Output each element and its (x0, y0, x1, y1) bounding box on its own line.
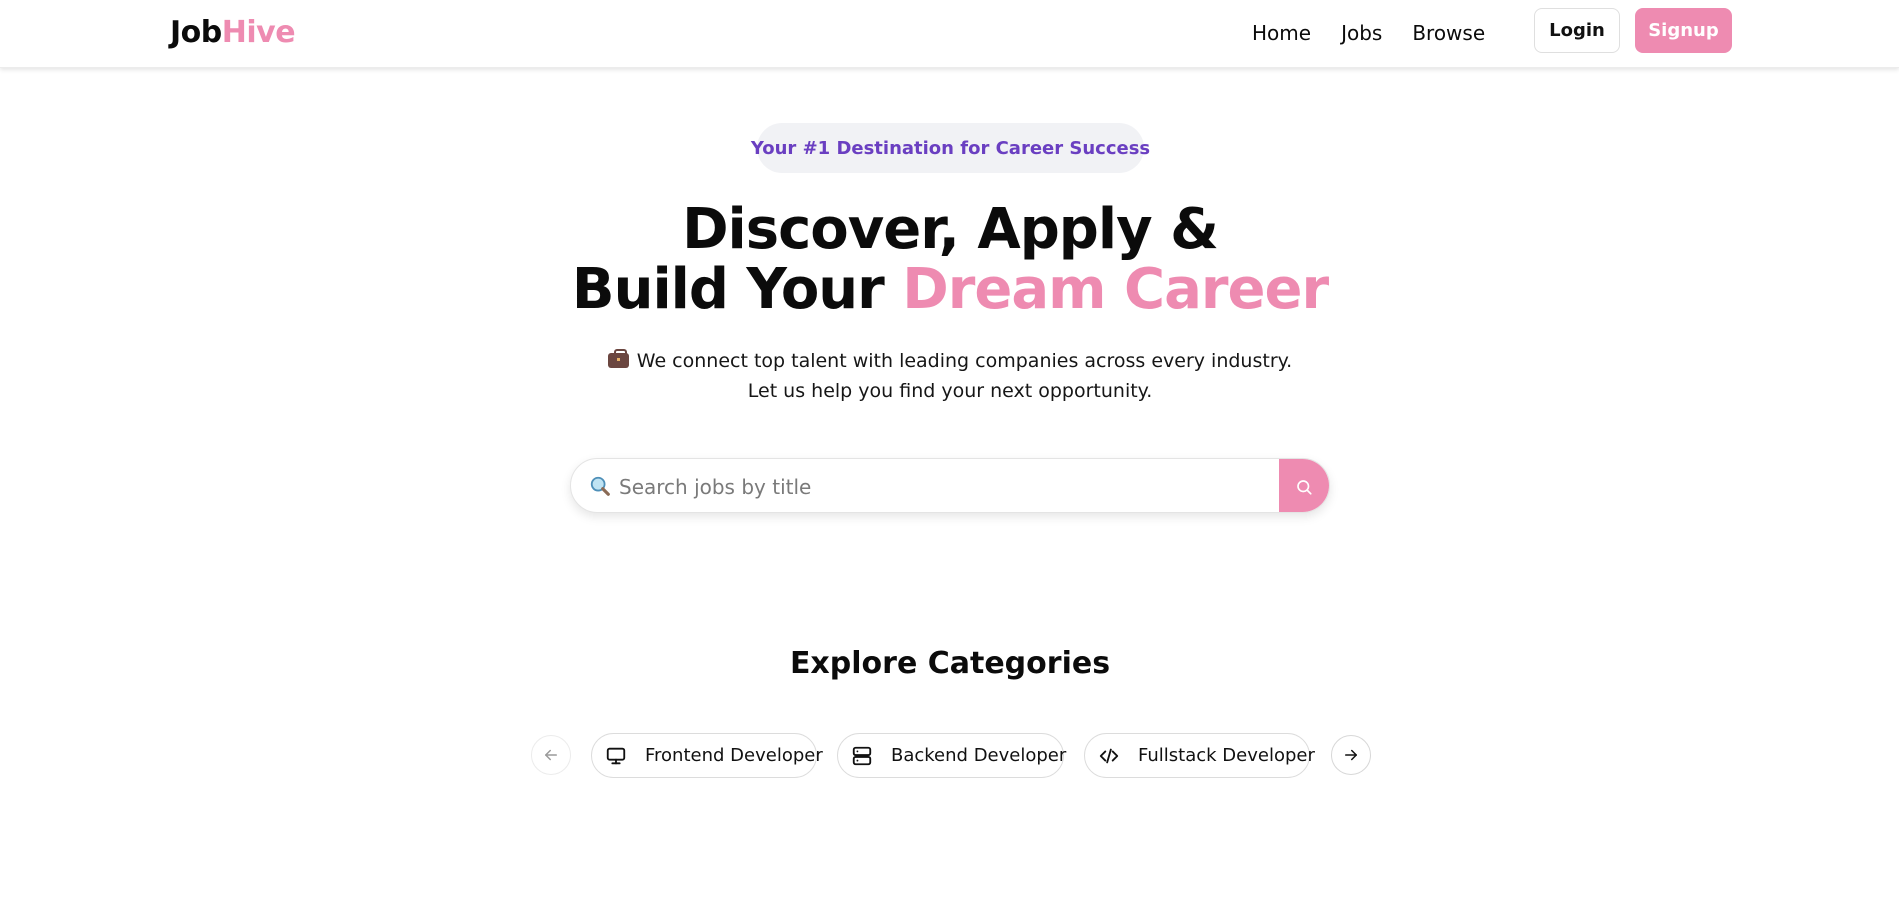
hero-subtitle: We connect top talent with leading compa… (550, 346, 1350, 406)
hero-badge: Your #1 Destination for Career Success (751, 123, 1150, 173)
hero-title-line1: Discover, Apply & (682, 197, 1219, 262)
logo[interactable]: JobHive (170, 14, 296, 52)
main-nav: Home Jobs Browse (1252, 20, 1485, 46)
logo-text-job: Job (170, 15, 222, 50)
category-chip-backend[interactable]: Backend Developer (837, 733, 1067, 778)
hero-title: Discover, Apply & Build Your Dream Caree… (450, 200, 1450, 320)
hero-title-accent: Dream Career (902, 257, 1329, 322)
hero-title-line2-prefix: Build Your (571, 257, 903, 322)
monitor-icon (606, 747, 626, 764)
carousel-prev-button[interactable] (531, 735, 571, 775)
arrow-right-icon (1345, 749, 1357, 761)
navbar: JobHive Home Jobs Browse Login Signup (0, 0, 1899, 68)
code-icon (1099, 748, 1119, 763)
category-label: Fullstack Developer (1138, 745, 1315, 766)
category-label: Frontend Developer (645, 745, 823, 766)
search-input[interactable] (619, 459, 1249, 512)
search-bar (570, 458, 1330, 513)
nav-link-browse[interactable]: Browse (1412, 20, 1485, 46)
nav-link-jobs[interactable]: Jobs (1341, 20, 1382, 46)
hero-subtitle-line1: We connect top talent with leading compa… (636, 350, 1293, 372)
server-icon (852, 746, 872, 765)
login-button[interactable]: Login (1534, 8, 1620, 53)
hero-subtitle-line2: Let us help you find your next opportuni… (747, 380, 1153, 402)
category-chip-fullstack[interactable]: Fullstack Developer (1084, 733, 1315, 778)
carousel-next-button[interactable] (1331, 735, 1371, 775)
search-icon (1297, 479, 1312, 495)
magnifier-emoji-icon (590, 476, 610, 496)
signup-button[interactable]: Signup (1635, 8, 1732, 53)
briefcase-icon (607, 349, 629, 368)
category-label: Backend Developer (891, 745, 1067, 766)
nav-link-home[interactable]: Home (1252, 20, 1311, 46)
categories-title: Explore Categories (789, 646, 1111, 681)
search-button[interactable] (1279, 459, 1329, 512)
arrow-left-icon (545, 749, 557, 761)
category-chip-frontend[interactable]: Frontend Developer (591, 733, 823, 778)
logo-text-hive: Hive (221, 15, 296, 50)
